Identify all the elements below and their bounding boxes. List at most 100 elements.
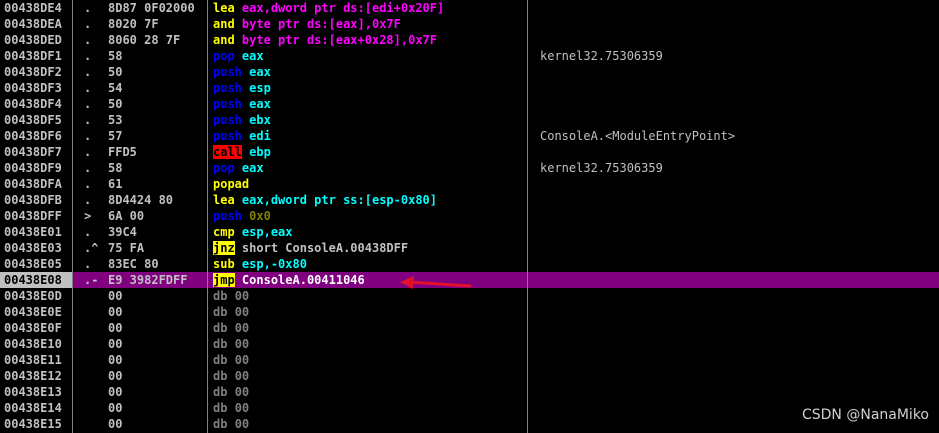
mnemonic: db: [213, 305, 228, 319]
address-cell: 00438DFF: [4, 209, 62, 223]
mnemonic: jmp: [213, 273, 235, 287]
instruction-cell: push eax: [212, 64, 272, 80]
instruction-row[interactable]: 00438E0F 00 db 00: [0, 320, 939, 336]
jump-marker: .: [84, 17, 92, 31]
address-cell: 00438DFB: [4, 193, 62, 207]
hex-bytes-cell: 00: [108, 305, 123, 319]
instruction-row[interactable]: 00438E12 00 db 00: [0, 368, 939, 384]
mnemonic: jnz: [213, 241, 235, 255]
operands: 00: [234, 305, 250, 319]
jump-marker: .: [84, 113, 92, 127]
mnemonic: db: [213, 321, 228, 335]
instruction-cell: push ebx: [212, 112, 272, 128]
hex-bytes-cell: 8D87 0F02000: [108, 1, 195, 15]
mnemonic: lea: [213, 1, 235, 15]
comment-cell: ConsoleA.<ModuleEntryPoint>: [540, 129, 736, 143]
instruction-row[interactable]: 00438E05. 83EC 80 sub esp,-0x80: [0, 256, 939, 272]
instruction-row[interactable]: 00438DF4. 50 push eax: [0, 96, 939, 112]
operands: eax,dword ptr ss:[esp-0x80]: [241, 193, 437, 207]
mnemonic: call: [213, 145, 242, 159]
mnemonic: lea: [213, 193, 235, 207]
disassembly-view[interactable]: 00438DE4. 8D87 0F02000 lea eax,dword ptr d…: [0, 0, 939, 432]
instruction-row[interactable]: 00438E15 00 db 00: [0, 416, 939, 432]
address-cell: 00438E01: [4, 225, 62, 239]
instruction-row[interactable]: 00438E13 00 db 00: [0, 384, 939, 400]
mnemonic: db: [213, 401, 228, 415]
hex-bytes-cell: 00: [108, 401, 123, 415]
instruction-row[interactable]: 00438E14 00 db 00: [0, 400, 939, 416]
instruction-cell: jnz short ConsoleA.00438DFF: [212, 240, 409, 256]
jump-marker: .: [84, 145, 92, 159]
operands: ebx: [249, 113, 271, 127]
instruction-cell: call ebp: [212, 144, 272, 160]
instruction-row[interactable]: 00438DF7. FFD5 call ebp: [0, 144, 939, 160]
address-cell: 00438DED: [4, 33, 62, 47]
hex-bytes-cell: 50: [108, 65, 123, 79]
hex-bytes-cell: 58: [108, 161, 123, 175]
instruction-row[interactable]: 00438DED. 8060 28 7F and byte ptr ds:[eax+…: [0, 32, 939, 48]
comment-cell: kernel32.75306359: [540, 49, 663, 63]
operands: eax: [249, 97, 271, 111]
operands: ConsoleA.00411046: [241, 273, 365, 287]
instruction-row[interactable]: 00438E11 00 db 00: [0, 352, 939, 368]
instruction-cell: db 00: [212, 400, 250, 416]
instruction-row[interactable]: 00438E01. 39C4 cmp esp,eax: [0, 224, 939, 240]
hex-bytes-cell: 00: [108, 289, 123, 303]
instruction-row[interactable]: 00438DF6. 57 push edi ConsoleA.<ModuleEntry…: [0, 128, 939, 144]
mnemonic: push: [213, 113, 242, 127]
instruction-row[interactable]: 00438DFA. 61 popad: [0, 176, 939, 192]
hex-bytes-cell: 8D4424 80: [108, 193, 174, 207]
operands: ebp: [249, 145, 271, 159]
instruction-row[interactable]: 00438DEA. 8020 7F and byte ptr ds:[eax],0x…: [0, 16, 939, 32]
hex-bytes-cell: FFD5: [108, 145, 137, 159]
instruction-cell: db 00: [212, 416, 250, 432]
operands: eax,dword ptr ds:[edi+0x20F]: [241, 1, 445, 15]
instruction-row[interactable]: 00438E08 .- E9 3982FDFF jmp ConsoleA.004110…: [0, 272, 939, 288]
mnemonic: db: [213, 369, 228, 383]
instruction-row[interactable]: 00438DFF >6A 00 push 0x0: [0, 208, 939, 224]
instruction-cell: cmp esp,eax: [212, 224, 294, 240]
instruction-cell: db 00: [212, 352, 250, 368]
hex-bytes-cell: 75 FA: [108, 241, 145, 255]
operands: byte ptr ds:[eax+0x28],0x7F: [241, 33, 437, 47]
address-cell: 00438DFA: [4, 177, 62, 191]
hex-bytes-cell: 00: [108, 385, 123, 399]
instruction-row[interactable]: 00438DF1. 58 pop eax kernel32.75306359: [0, 48, 939, 64]
instruction-cell: db 00: [212, 336, 250, 352]
instruction-row[interactable]: 00438E0E 00 db 00: [0, 304, 939, 320]
mnemonic: popad: [213, 177, 250, 191]
operands: 00: [234, 385, 250, 399]
operands: 00: [234, 417, 250, 431]
address-cell: 00438E0D: [4, 289, 62, 303]
operands: 00: [234, 289, 250, 303]
hex-bytes-cell: 50: [108, 97, 123, 111]
instruction-row[interactable]: 00438E0D 00 db 00: [0, 288, 939, 304]
instruction-cell: lea eax,dword ptr ds:[edi+0x20F]: [212, 0, 445, 16]
hex-bytes-cell: 00: [108, 417, 123, 431]
instruction-row[interactable]: 00438DF9. 58 pop eax kernel32.75306359: [0, 160, 939, 176]
instruction-row[interactable]: 00438DF5. 53 push ebx: [0, 112, 939, 128]
jump-marker: .: [84, 33, 92, 47]
address-cell: 00438DF9: [4, 161, 62, 175]
address-cell: 00438DF7: [4, 145, 62, 159]
instruction-row[interactable]: 00438E03 .^ 75 FA jnz short ConsoleA.00438D…: [0, 240, 939, 256]
address-cell: 00438DF3: [4, 81, 62, 95]
mnemonic: push: [213, 97, 242, 111]
instruction-cell: db 00: [212, 368, 250, 384]
operands: esp: [249, 81, 271, 95]
column-separator: [527, 0, 528, 433]
jump-marker: .: [84, 129, 92, 143]
instruction-row[interactable]: 00438DF3. 54 push esp: [0, 80, 939, 96]
hex-bytes-cell: E9 3982FDFF: [108, 273, 188, 287]
hex-bytes-cell: 8020 7F: [108, 17, 159, 31]
operands: 00: [234, 401, 250, 415]
instruction-cell: sub esp,-0x80: [212, 256, 308, 272]
address-cell: 00438E05: [4, 257, 62, 271]
instruction-row[interactable]: 00438DFB. 8D4424 80 lea eax,dword ptr ss:[…: [0, 192, 939, 208]
address-cell: 00438E14: [4, 401, 62, 415]
instruction-row[interactable]: 00438DE4. 8D87 0F02000 lea eax,dword ptr d…: [0, 0, 939, 16]
operands: eax: [241, 161, 264, 175]
instruction-row[interactable]: 00438E10 00 db 00: [0, 336, 939, 352]
instruction-row[interactable]: 00438DF2. 50 push eax: [0, 64, 939, 80]
operands: esp,-0x80: [241, 257, 307, 271]
